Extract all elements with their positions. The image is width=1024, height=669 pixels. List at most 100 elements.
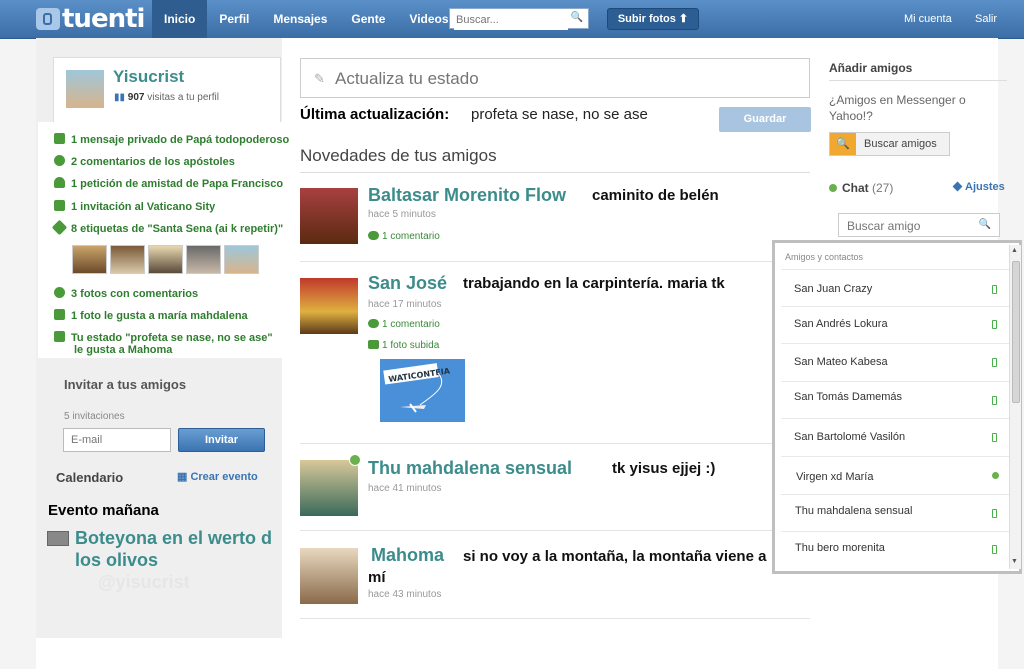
email-field[interactable]	[69, 433, 169, 447]
post-time: hace 43 minutos	[368, 589, 442, 600]
photo-thumbnail[interactable]	[110, 245, 145, 274]
tag-icon	[51, 219, 68, 236]
contacts-panel: Amigos y contactos San Juan Crazy San An…	[772, 240, 1022, 574]
my-account-link[interactable]: Mi cuenta	[904, 0, 952, 38]
envelope-icon	[54, 133, 65, 144]
contact-item[interactable]: San Bartolomé Vasilón	[794, 431, 905, 443]
friend-avatar[interactable]	[300, 548, 358, 604]
nav-mensajes[interactable]: Mensajes	[261, 0, 339, 38]
contact-item[interactable]: Thu bero morenita	[795, 542, 885, 554]
scroll-down-icon[interactable]: ▼	[1011, 558, 1018, 565]
visits-count: 907	[127, 92, 145, 103]
visits-icon: ▮▮	[114, 92, 126, 103]
photo-uploaded-link[interactable]: 1 foto subida	[368, 340, 439, 351]
notification-tags[interactable]: 8 etiquetas de "Santa Sena (ai k repetir…	[51, 219, 283, 236]
friend-name[interactable]: Thu mahdalena sensual	[368, 458, 572, 479]
like-icon	[54, 309, 65, 320]
comments-link[interactable]: 1 comentario	[368, 231, 440, 242]
chat-header[interactable]: Chat (27)	[829, 181, 893, 195]
top-bar: tuenti Inicio Perfil Mensajes Gente Vide…	[0, 0, 1024, 39]
invite-title: Invitar a tus amigos	[64, 377, 187, 392]
chat-search-input[interactable]	[845, 218, 979, 234]
friend-name[interactable]: Baltasar Morenito Flow	[368, 185, 566, 206]
notification-invitation[interactable]: 1 invitación al Vaticano Sity	[54, 200, 215, 213]
comment-icon	[368, 231, 379, 240]
profile-name[interactable]: Yisucrist	[113, 67, 184, 87]
online-indicator-icon	[349, 454, 361, 466]
divider	[781, 306, 1009, 307]
avatar[interactable]	[66, 70, 104, 108]
mobile-icon	[992, 396, 997, 405]
event-icon	[47, 531, 69, 546]
camera-icon	[368, 340, 379, 349]
tuenti-logo[interactable]: tuenti	[36, 4, 145, 34]
news-title: Novedades de tus amigos	[300, 146, 497, 165]
photo-thumbnail[interactable]	[224, 245, 259, 274]
mobile-icon	[992, 285, 997, 294]
tagged-photos	[72, 245, 259, 274]
divider	[300, 618, 810, 619]
notification-comments[interactable]: 2 comentarios de los apóstoles	[54, 155, 235, 168]
person-add-icon	[54, 177, 65, 188]
photo-thumbnail[interactable]	[186, 245, 221, 274]
nav-gente[interactable]: Gente	[339, 0, 397, 38]
upload-photos-button[interactable]: Subir fotos ⬆	[607, 8, 699, 30]
pencil-icon: ✎	[314, 71, 325, 86]
search-icon[interactable]: 🔍	[979, 219, 991, 230]
notification-message[interactable]: 1 mensaje privado de Papá todopoderoso	[54, 133, 289, 146]
watermark: @yisucrist	[98, 572, 190, 592]
nav-perfil[interactable]: Perfil	[207, 0, 261, 38]
friend-avatar[interactable]	[300, 188, 358, 244]
uploaded-photo[interactable]: WATICONTEIA	[380, 359, 465, 422]
mobile-icon	[992, 509, 997, 518]
create-event-link[interactable]: ▦ Crear evento	[177, 470, 258, 483]
search-icon[interactable]: 🔍	[571, 12, 583, 23]
contact-item[interactable]: Thu mahdalena sensual	[795, 505, 912, 517]
top-search-input[interactable]	[454, 9, 568, 30]
notification-friend-request[interactable]: 1 petición de amistad de Papa Francisco	[54, 177, 283, 190]
status-input[interactable]	[333, 68, 797, 90]
contacts-title: Amigos y contactos	[785, 252, 864, 262]
contact-item[interactable]: Virgen xd María	[796, 471, 873, 483]
settings-icon	[952, 181, 963, 192]
friend-avatar[interactable]	[300, 460, 358, 516]
notification-status-like-line2[interactable]: le gusta a Mahoma	[74, 344, 172, 356]
online-dot-icon	[992, 472, 999, 479]
chat-settings-link[interactable]: Ajustes	[952, 181, 1005, 193]
divider	[300, 261, 810, 262]
search-icon: 🔍	[830, 133, 856, 155]
save-status-button[interactable]: Guardar	[719, 107, 811, 132]
scroll-up-icon[interactable]: ▲	[1011, 247, 1018, 254]
contact-item[interactable]: San Juan Crazy	[794, 283, 872, 295]
divider	[300, 443, 810, 444]
search-friends-button[interactable]: 🔍 Buscar amigos	[829, 132, 950, 156]
friend-status: tk yisus ejjej :)	[612, 460, 716, 477]
contact-item[interactable]: San Mateo Kabesa	[794, 356, 888, 368]
divider	[781, 381, 1009, 382]
notification-status-like[interactable]: Tu estado "profeta se nase, no se ase"	[54, 331, 273, 344]
friend-name[interactable]: San José	[368, 273, 447, 294]
contact-item[interactable]: San Tomás Damemás	[794, 391, 902, 403]
like-icon	[54, 331, 65, 342]
calendar-icon: ▦	[177, 471, 191, 483]
event-tomorrow-label: Evento mañana	[48, 502, 159, 519]
airplane-banner-image: WATICONTEIA	[380, 359, 465, 422]
visits-label: visitas a tu perfil	[147, 92, 219, 103]
notification-photo-comments[interactable]: 3 fotos con comentarios	[54, 287, 198, 300]
photo-thumbnail[interactable]	[148, 245, 183, 274]
nav-inicio[interactable]: Inicio	[152, 0, 208, 38]
notification-photo-like[interactable]: 1 foto le gusta a maría mahdalena	[54, 309, 248, 322]
comments-link[interactable]: 1 comentario	[368, 319, 440, 330]
contacts-scrollbar[interactable]: ▲ ▼	[1009, 245, 1021, 569]
invite-button[interactable]: Invitar	[178, 428, 265, 452]
scroll-thumb[interactable]	[1012, 261, 1020, 403]
calendar-icon	[54, 200, 65, 211]
friend-status: si no voy a la montaña, la montaña viene…	[368, 548, 767, 586]
contact-item[interactable]: San Andrés Lokura	[794, 318, 888, 330]
event-name[interactable]: Boteyona en el werto d los olivos	[75, 527, 275, 571]
logout-link[interactable]: Salir	[975, 0, 997, 38]
chat-search-wrapper: 🔍	[838, 213, 1000, 237]
friend-avatar[interactable]	[300, 278, 358, 334]
photo-thumbnail[interactable]	[72, 245, 107, 274]
calendar-title: Calendario	[56, 470, 124, 485]
